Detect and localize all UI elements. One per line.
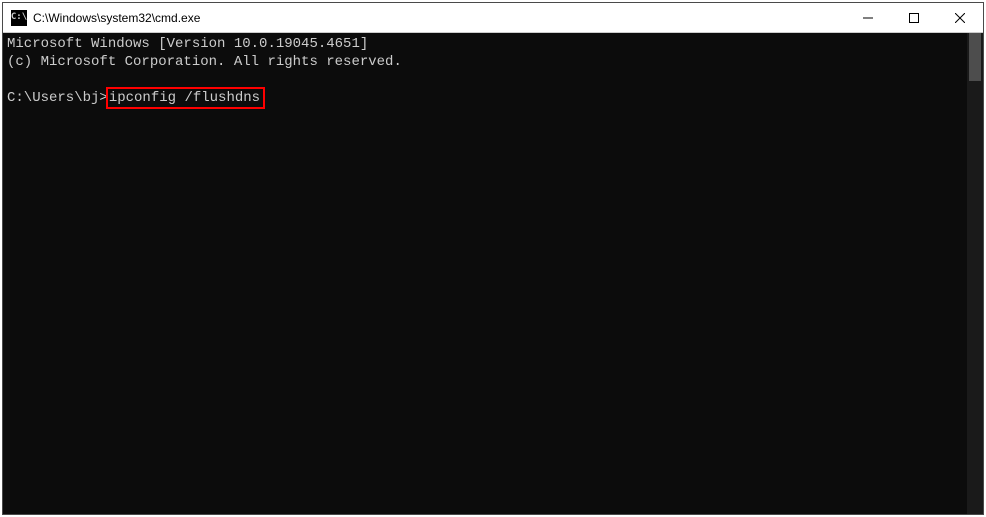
- scrollbar-thumb[interactable]: [969, 33, 981, 81]
- console-line-1: Microsoft Windows [Version 10.0.19045.46…: [7, 36, 368, 52]
- cmd-window: C:\ C:\Windows\system32\cmd.exe Microsof…: [2, 2, 984, 515]
- close-icon: [955, 13, 965, 23]
- minimize-button[interactable]: [845, 3, 891, 32]
- minimize-icon: [863, 13, 873, 23]
- maximize-button[interactable]: [891, 3, 937, 32]
- vertical-scrollbar[interactable]: [967, 33, 983, 514]
- close-button[interactable]: [937, 3, 983, 32]
- console-output[interactable]: Microsoft Windows [Version 10.0.19045.46…: [3, 33, 967, 514]
- cmd-icon: C:\: [11, 10, 27, 26]
- console-line-2: (c) Microsoft Corporation. All rights re…: [7, 54, 402, 70]
- window-controls: [845, 3, 983, 32]
- command-highlight: ipconfig /flushdns: [106, 87, 265, 109]
- console-area: Microsoft Windows [Version 10.0.19045.46…: [3, 33, 983, 514]
- typed-command: ipconfig /flushdns: [109, 90, 260, 106]
- console-prompt: C:\Users\bj>: [7, 90, 108, 106]
- cmd-icon-label: C:\: [11, 13, 27, 22]
- maximize-icon: [909, 13, 919, 23]
- text-cursor: [265, 91, 273, 106]
- titlebar[interactable]: C:\ C:\Windows\system32\cmd.exe: [3, 3, 983, 33]
- window-title: C:\Windows\system32\cmd.exe: [33, 11, 845, 25]
